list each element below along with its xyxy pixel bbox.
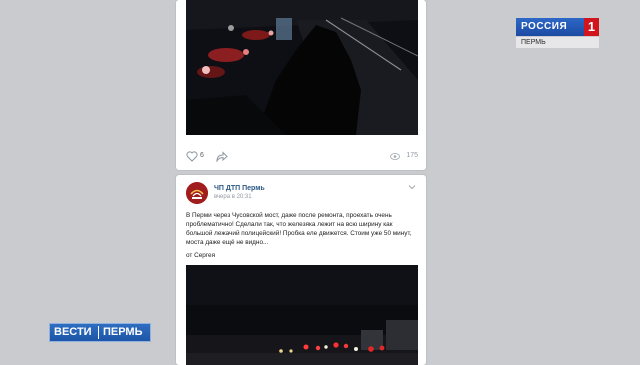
post-card-2: ЧП ДТП Пермь вчера в 20:31 В Перми через…	[176, 175, 426, 365]
group-logo-icon	[186, 182, 208, 204]
chevron-down-icon[interactable]	[408, 184, 416, 190]
post-card-1: 6 175	[176, 0, 426, 170]
night-traffic-photo	[186, 0, 418, 135]
post-photo-1[interactable]	[186, 0, 418, 135]
channel-name: РОССИЯ	[516, 18, 584, 36]
channel-city: ПЕРМЬ	[516, 37, 599, 48]
program-divider	[98, 326, 99, 339]
eye-icon	[390, 153, 400, 160]
post-author[interactable]: ЧП ДТП Пермь	[214, 185, 265, 192]
night-traffic-photo	[186, 265, 418, 365]
program-city: ПЕРМЬ	[103, 326, 143, 338]
post-signature: от Сергея	[186, 252, 216, 259]
channel-number: 1	[584, 18, 599, 36]
post-time[interactable]: вчера в 20:31	[214, 194, 252, 200]
views-count: 175	[406, 152, 418, 159]
post-footer-1: 6 175	[186, 150, 418, 164]
heart-icon[interactable]	[186, 151, 198, 162]
channel-logo: РОССИЯ 1 ПЕРМЬ	[516, 18, 599, 48]
program-logo: ВЕСТИ ПЕРМЬ	[49, 323, 151, 342]
like-count: 6	[200, 152, 204, 159]
post-text: В Перми через Чусовской мост, даже после…	[186, 212, 412, 246]
post-photo-2[interactable]	[186, 265, 418, 365]
share-icon[interactable]	[216, 151, 228, 162]
program-name: ВЕСТИ	[54, 326, 92, 338]
avatar[interactable]	[186, 182, 208, 204]
